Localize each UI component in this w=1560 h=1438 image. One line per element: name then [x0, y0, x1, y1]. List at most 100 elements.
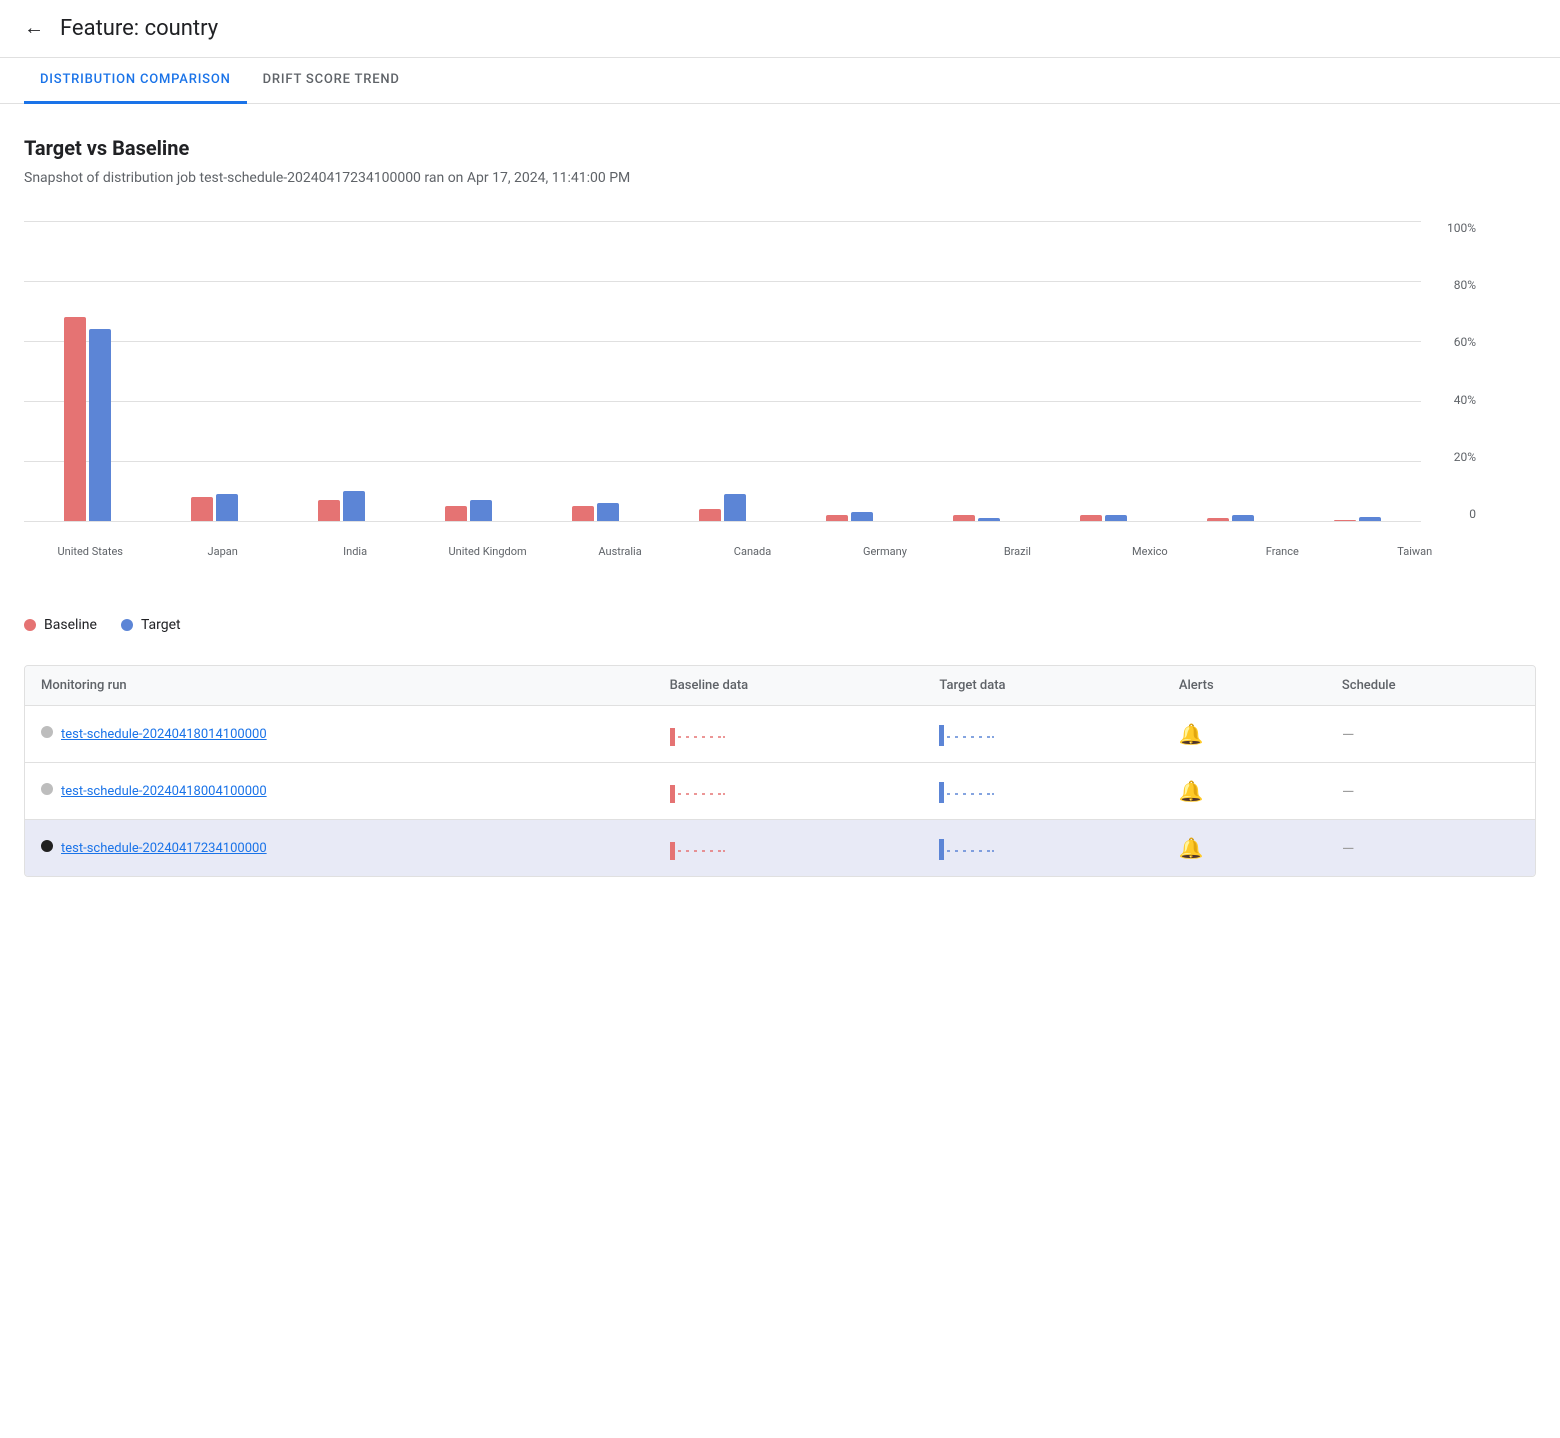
baseline-spark-svg: [670, 777, 730, 805]
chart-area: 100% 80% 60% 40% 20% 0: [24, 221, 1476, 541]
bar-group: [532, 221, 659, 521]
bar-group: [659, 221, 786, 521]
legend-baseline: Baseline: [24, 617, 97, 633]
baseline-bar: [826, 515, 848, 521]
table-row: test-schedule-20240417234100000 🔔 —: [25, 820, 1535, 877]
target-bar: [470, 500, 492, 521]
baseline-sparkline-cell: [654, 820, 924, 877]
monitoring-table: Monitoring run Baseline data Target data…: [24, 665, 1536, 877]
bell-icon: 🔔: [1179, 722, 1204, 746]
baseline-sparkline: [670, 834, 908, 862]
baseline-bar: [1080, 515, 1102, 521]
bell-icon: 🔔: [1179, 836, 1204, 860]
baseline-bar: [191, 497, 213, 521]
col-target-data: Target data: [923, 666, 1162, 706]
baseline-bar: [1334, 520, 1356, 522]
run-cell: test-schedule-20240418014100000: [25, 706, 654, 763]
baseline-bar: [1207, 518, 1229, 521]
target-spark-svg: [939, 834, 999, 862]
y-label-40: 40%: [1454, 393, 1476, 407]
y-label-100: 100%: [1447, 221, 1476, 235]
target-bar: [343, 491, 365, 521]
alerts-cell: 🔔: [1163, 820, 1326, 877]
section-title: Target vs Baseline: [24, 136, 1536, 160]
tab-drift[interactable]: DRIFT SCORE TREND: [247, 58, 416, 104]
x-label: Canada: [686, 545, 818, 558]
x-label: Germany: [819, 545, 951, 558]
col-baseline-data: Baseline data: [654, 666, 924, 706]
run-link[interactable]: test-schedule-20240417234100000: [61, 841, 267, 856]
baseline-label: Baseline: [44, 617, 97, 633]
back-button[interactable]: ←: [24, 17, 44, 40]
target-bar: [89, 329, 111, 521]
bar-group: [1294, 221, 1421, 521]
target-bar: [216, 494, 238, 521]
x-label: Australia: [554, 545, 686, 558]
run-link[interactable]: test-schedule-20240418004100000: [61, 784, 267, 799]
y-label-60: 60%: [1454, 335, 1476, 349]
baseline-spark-svg: [670, 720, 730, 748]
target-sparkline-cell: [923, 820, 1162, 877]
baseline-bar: [445, 506, 467, 521]
col-monitoring-run: Monitoring run: [25, 666, 654, 706]
x-label: India: [289, 545, 421, 558]
schedule-cell: —: [1326, 820, 1535, 877]
target-sparkline: [939, 777, 1146, 805]
target-sparkline: [939, 834, 1146, 862]
table-row: test-schedule-20240418004100000 🔔 —: [25, 763, 1535, 820]
baseline-spark-svg: [670, 834, 730, 862]
bars-area: [24, 221, 1421, 521]
col-alerts: Alerts: [1163, 666, 1326, 706]
bell-icon: 🔔: [1179, 779, 1204, 803]
y-label-0: 0: [1469, 507, 1476, 521]
table-row: test-schedule-20240418014100000 🔔 —: [25, 706, 1535, 763]
baseline-bar: [64, 317, 86, 521]
alerts-cell: 🔔: [1163, 763, 1326, 820]
x-label: Taiwan: [1349, 545, 1481, 558]
x-label: United Kingdom: [421, 545, 553, 558]
x-label: Mexico: [1084, 545, 1216, 558]
bar-group: [151, 221, 278, 521]
bar-group: [913, 221, 1040, 521]
chart-legend: Baseline Target: [24, 617, 1536, 633]
tab-distribution[interactable]: DISTRIBUTION COMPARISON: [24, 58, 247, 104]
target-dot: [121, 619, 133, 631]
schedule-cell: —: [1326, 763, 1535, 820]
baseline-bar: [699, 509, 721, 521]
target-sparkline-cell: [923, 706, 1162, 763]
back-icon: ←: [24, 17, 44, 40]
target-spark-svg: [939, 720, 999, 748]
y-label-80: 80%: [1454, 278, 1476, 292]
page-title: Feature: country: [60, 16, 218, 41]
run-link[interactable]: test-schedule-20240418014100000: [61, 727, 267, 742]
legend-target: Target: [121, 617, 181, 633]
baseline-bar: [953, 515, 975, 521]
target-bar: [978, 518, 1000, 521]
target-sparkline-cell: [923, 763, 1162, 820]
status-dot: [41, 840, 53, 852]
y-axis: 100% 80% 60% 40% 20% 0: [1426, 221, 1476, 541]
x-label: Japan: [156, 545, 288, 558]
target-label: Target: [141, 617, 181, 633]
bar-group: [24, 221, 151, 521]
bar-chart: 100% 80% 60% 40% 20% 0 United StatesJapa…: [24, 221, 1536, 601]
target-bar: [851, 512, 873, 521]
x-label: France: [1216, 545, 1348, 558]
y-label-20: 20%: [1454, 450, 1476, 464]
baseline-bar: [572, 506, 594, 521]
baseline-sparkline-cell: [654, 706, 924, 763]
baseline-sparkline-cell: [654, 763, 924, 820]
status-dot: [41, 726, 53, 738]
schedule-dash: —: [1342, 839, 1355, 858]
schedule-dash: —: [1342, 725, 1355, 744]
alerts-cell: 🔔: [1163, 706, 1326, 763]
baseline-sparkline: [670, 777, 908, 805]
x-label: United States: [24, 545, 156, 558]
schedule-cell: —: [1326, 706, 1535, 763]
target-bar: [1232, 515, 1254, 521]
baseline-dot: [24, 619, 36, 631]
bar-group: [405, 221, 532, 521]
section-subtitle: Snapshot of distribution job test-schedu…: [24, 168, 1536, 189]
target-spark-svg: [939, 777, 999, 805]
target-bar: [597, 503, 619, 521]
